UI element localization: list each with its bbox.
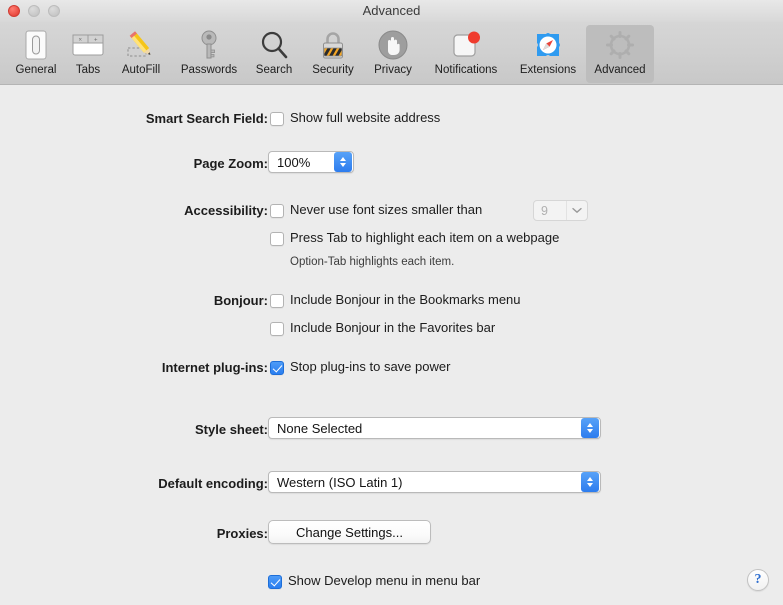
option-tab-hint: Option-Tab highlights each item. [290,256,455,268]
svg-text:×: × [79,38,83,44]
toolbar-tab-label: General [15,64,57,76]
puzzle-compass-icon [531,29,565,61]
default-encoding-value: Western (ISO Latin 1) [277,474,403,490]
default-encoding-select[interactable]: Western (ISO Latin 1) [268,471,601,493]
style-sheet-label: Style sheet: [195,422,268,437]
tabs-icon: × + [71,29,105,61]
toolbar-tab-label: Extensions [519,64,577,76]
page-zoom-label: Page Zoom: [193,156,268,171]
default-encoding-label: Default encoding: [158,476,268,491]
bonjour-label: Bonjour: [213,293,268,308]
stop-plugins-checkbox[interactable] [270,361,284,375]
page-zoom-stepper-arrows [334,152,352,172]
show-develop-menu-checkbox[interactable] [268,575,282,589]
toolbar-tab-search[interactable]: Search [246,25,302,83]
toolbar-tab-notifications[interactable]: Notifications [422,25,510,83]
gear-icon [603,29,637,61]
press-tab-highlight-checkbox[interactable] [270,232,284,246]
advanced-settings-pane: Smart Search Field: Show full website ad… [0,86,783,605]
toolbar-tab-label: Security [312,64,354,76]
show-develop-menu-label: Show Develop menu in menu bar [288,573,481,588]
toolbar-tab-general[interactable]: General [6,25,66,83]
toolbar-tab-advanced[interactable]: Advanced [586,25,654,83]
accessibility-label: Accessibility: [184,203,268,218]
bonjour-favorites-label: Include Bonjour in the Favorites bar [290,320,496,335]
page-zoom-select[interactable]: 100% [268,151,354,173]
toolbar-tab-label: Advanced [594,64,646,76]
stop-plugins-label: Stop plug-ins to save power [290,359,451,374]
bonjour-bookmarks-label: Include Bonjour in the Bookmarks menu [290,292,521,307]
internet-plugins-label: Internet plug-ins: [161,360,268,375]
chevron-down-icon [567,207,587,214]
toolbar-tab-passwords[interactable]: Passwords [172,25,246,83]
help-button[interactable]: ? [747,569,769,591]
toolbar-tab-autofill[interactable]: AutoFill [110,25,172,83]
default-encoding-stepper-arrows [581,472,599,492]
style-sheet-stepper-arrows [581,418,599,438]
bonjour-favorites-checkbox[interactable] [270,322,284,336]
smart-search-field-label: Smart Search Field: [145,111,268,126]
preferences-toolbar: General × + Tabs AutoFill Passwords Sear… [0,22,783,85]
change-settings-button[interactable]: Change Settings... [268,520,431,544]
key-icon [192,29,226,61]
toolbar-tab-label: Search [255,64,293,76]
press-tab-highlight-label: Press Tab to highlight each item on a we… [290,230,560,245]
general-icon [19,29,53,61]
min-font-size-label: Never use font sizes smaller than [290,202,483,217]
toolbar-tab-tabs[interactable]: × + Tabs [66,25,110,83]
min-font-size-checkbox[interactable] [270,204,284,218]
autofill-pencil-icon [124,29,158,61]
page-zoom-value: 100% [277,154,311,170]
style-sheet-value: None Selected [277,420,363,436]
show-full-address-checkbox[interactable] [270,112,284,126]
toolbar-tab-label: Passwords [180,64,238,76]
notification-badge-icon [449,29,483,61]
toolbar-tab-label: Privacy [374,64,412,76]
toolbar-tab-extensions[interactable]: Extensions [510,25,586,83]
bonjour-bookmarks-checkbox[interactable] [270,294,284,308]
toolbar-item-list: General × + Tabs AutoFill Passwords Sear… [6,22,654,85]
window-title: Advanced [362,3,421,18]
toolbar-tab-security[interactable]: Security [302,25,364,83]
show-full-address-label: Show full website address [290,110,441,125]
window-titlebar: Advanced [0,0,783,22]
toolbar-tab-label: Tabs [75,64,101,76]
toolbar-tab-label: AutoFill [121,64,161,76]
svg-text:+: + [94,38,98,44]
min-font-size-value: 9 [541,203,548,218]
magnifier-icon [257,29,291,61]
min-font-size-select[interactable]: 9 [533,200,588,221]
padlock-icon [316,29,350,61]
style-sheet-select[interactable]: None Selected [268,417,601,439]
preferences-window: Advanced General × + Tabs AutoFill Passw… [0,0,783,605]
proxies-label: Proxies: [216,526,268,541]
toolbar-tab-label: Notifications [434,64,498,76]
hand-icon [376,29,410,61]
toolbar-tab-privacy[interactable]: Privacy [364,25,422,83]
